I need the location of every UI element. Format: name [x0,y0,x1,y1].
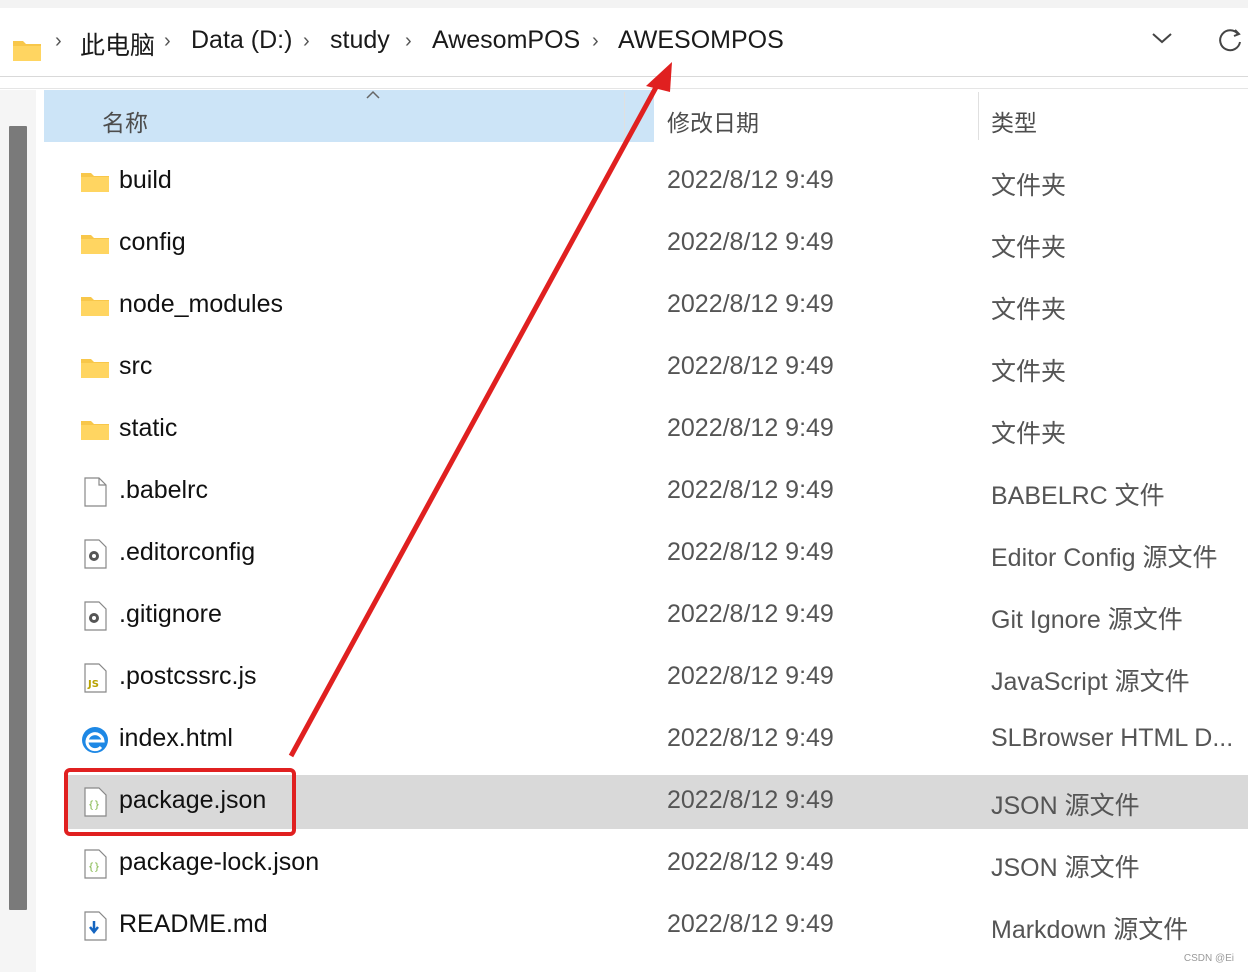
sort-ascending-icon [365,88,381,106]
breadcrumb-item[interactable]: 此电脑 [80,26,155,62]
folder-icon [80,167,110,197]
file-name: build [119,166,172,194]
file-row[interactable]: .editorconfig 2022/8/12 9:49 Editor Config… [64,527,1248,581]
file-row[interactable]: README.md 2022/8/12 9:49 Markdown 源文件 [64,899,1248,953]
file-type: Editor Config 源文件 [991,544,1218,572]
file-name: node_modules [119,290,284,318]
breadcrumb-item[interactable]: Data (D:) [191,26,292,55]
file-name: README.md [119,910,268,938]
file-name: .postcssrc.js [119,662,257,690]
file-type: Markdown 源文件 [991,916,1189,944]
file-name: config [119,228,186,256]
file-row[interactable]: src 2022/8/12 9:49 文件夹 [64,341,1248,395]
file-name: .gitignore [119,600,222,628]
title-strip [0,0,1248,8]
folder-icon [80,353,110,383]
file-modified-date: 2022/8/12 9:49 [667,910,834,938]
folder-icon [80,229,110,259]
breadcrumb-separator[interactable]: › [303,30,310,53]
file-row[interactable]: index.html 2022/8/12 9:49 SLBrowser HTML D… [64,713,1248,767]
svg-text:JS: JS [87,679,99,690]
file-type: 文件夹 [991,358,1067,386]
file-name: package-lock.json [119,848,320,876]
file-modified-date: 2022/8/12 9:49 [667,724,834,752]
file-modified-date: 2022/8/12 9:49 [667,352,834,380]
annotation-highlight-box [64,768,296,836]
file-row[interactable]: node_modules 2022/8/12 9:49 文件夹 [64,279,1248,333]
js-file-icon: JS [80,663,110,693]
column-divider[interactable] [624,92,625,140]
file-name: .babelrc [119,476,208,504]
folder-icon [12,38,42,67]
json-file-icon: {} [80,849,110,879]
chevron-down-icon[interactable] [1150,28,1174,53]
file-row[interactable]: .babelrc 2022/8/12 9:49 BABELRC 文件 [64,465,1248,519]
file-row[interactable]: {} package-lock.json 2022/8/12 9:49 JSON 源文… [64,837,1248,891]
file-row[interactable]: JS .postcssrc.js 2022/8/12 9:49 JavaScript … [64,651,1248,705]
file-modified-date: 2022/8/12 9:49 [667,414,834,442]
markdown-file-icon [80,911,110,941]
browser-icon [80,725,110,755]
file-name: src [119,352,153,380]
file-modified-date: 2022/8/12 9:49 [667,166,834,194]
file-name: static [119,414,178,442]
folder-icon [80,415,110,445]
breadcrumb-item[interactable]: AWESOMPOS [618,26,784,55]
column-divider[interactable] [978,92,979,140]
gear-file-icon [80,539,110,569]
file-row[interactable]: static 2022/8/12 9:49 文件夹 [64,403,1248,457]
file-type: JavaScript 源文件 [991,668,1190,696]
blank-file-icon [80,477,110,507]
file-modified-date: 2022/8/12 9:49 [667,786,834,814]
column-header-name[interactable]: 名称 [102,104,148,138]
file-name: .editorconfig [119,538,256,566]
file-modified-date: 2022/8/12 9:49 [667,476,834,504]
breadcrumb-item[interactable]: AwesomPOS [432,26,580,55]
address-bar: › 此电脑 › Data (D:) › study › AwesomPOS › AWESOMPOS [0,0,1248,89]
column-header-type[interactable]: 类型 [991,104,1037,138]
file-modified-date: 2022/8/12 9:49 [667,538,834,566]
scrollbar-thumb[interactable] [9,126,27,910]
file-row[interactable]: config 2022/8/12 9:49 文件夹 [64,217,1248,271]
file-name: index.html [119,724,233,752]
breadcrumb-item[interactable]: study [330,26,390,55]
file-modified-date: 2022/8/12 9:49 [667,290,834,318]
breadcrumb-separator[interactable]: › [405,30,412,53]
svg-text:{}: {} [88,862,100,873]
file-type: SLBrowser HTML D... [991,724,1231,752]
breadcrumb-separator[interactable]: › [164,30,171,53]
file-modified-date: 2022/8/12 9:49 [667,848,834,876]
file-type: Git Ignore 源文件 [991,606,1183,634]
file-modified-date: 2022/8/12 9:49 [667,228,834,256]
column-header-modified[interactable]: 修改日期 [667,104,759,138]
file-row[interactable]: build 2022/8/12 9:49 文件夹 [64,155,1248,209]
refresh-icon[interactable] [1216,26,1244,59]
file-modified-date: 2022/8/12 9:49 [667,662,834,690]
file-row[interactable]: .gitignore 2022/8/12 9:49 Git Ignore 源文件 [64,589,1248,643]
file-type: 文件夹 [991,234,1067,262]
file-type: 文件夹 [991,296,1067,324]
file-type: 文件夹 [991,420,1067,448]
watermark: CSDN @Ei [1183,953,1234,964]
file-type: JSON 源文件 [991,792,1140,820]
folder-icon [80,291,110,321]
file-modified-date: 2022/8/12 9:49 [667,600,834,628]
file-type: BABELRC 文件 [991,482,1165,510]
breadcrumb[interactable]: › 此电脑 › Data (D:) › study › AwesomPOS › AWESOMPOS [0,8,1248,77]
breadcrumb-separator[interactable]: › [55,30,62,53]
file-type: 文件夹 [991,172,1067,200]
breadcrumb-separator[interactable]: › [592,30,599,53]
file-type: JSON 源文件 [991,854,1140,882]
gear-file-icon [80,601,110,631]
